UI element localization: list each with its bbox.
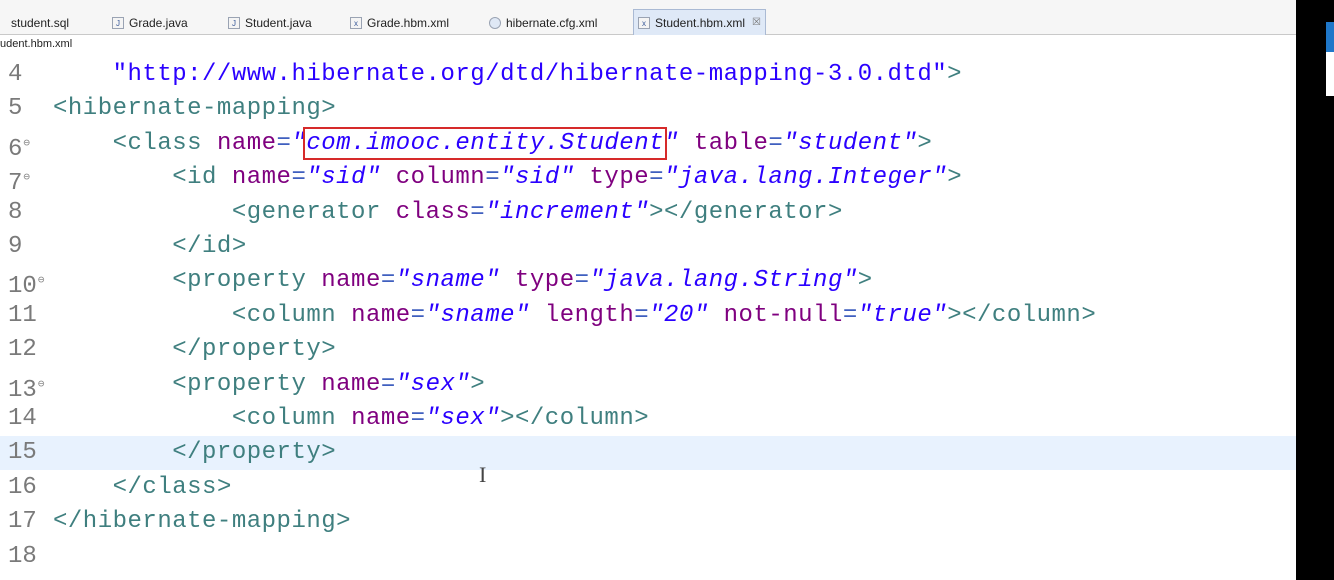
line-number: 16 xyxy=(8,473,37,501)
line-number: 11 xyxy=(8,301,37,329)
code-line[interactable]: 9 </id> xyxy=(0,230,1296,264)
code-text: <column name="sname" length="20" not-nul… xyxy=(231,301,1097,329)
white-marker xyxy=(1326,52,1334,96)
code-text: <generator class="increment"></generator… xyxy=(231,198,843,226)
tab-label: hibernate.cfg.xml xyxy=(506,15,598,30)
code-line[interactable]: 6⊖ <class name="com.imooc.entity.Student… xyxy=(0,126,1296,163)
tab-student-sql[interactable]: student.sql xyxy=(0,11,69,34)
editor-tab-bar: student.sql J Grade.java J Student.java … xyxy=(0,0,1296,35)
fold-toggle-icon[interactable]: ⊖ xyxy=(38,275,45,287)
tab-label: student.sql xyxy=(11,15,70,30)
code-line[interactable]: 10⊖ <property name="sname" type="java.la… xyxy=(0,264,1296,300)
close-tab-icon[interactable]: ☒ xyxy=(752,17,761,28)
code-text: <hibernate-mapping> xyxy=(53,95,337,123)
code-text: </id> xyxy=(172,233,247,260)
fold-toggle-icon[interactable]: ⊖ xyxy=(38,379,45,391)
code-text: <column name="sex"></column> xyxy=(231,405,650,432)
text-cursor-icon: I xyxy=(479,462,487,487)
code-line[interactable]: 7⊖ <id name="sid" column="sid" type="jav… xyxy=(0,161,1296,197)
line-number: 18 xyxy=(8,542,37,570)
line-number: 12 xyxy=(8,336,37,364)
code-text: </class> xyxy=(112,473,232,501)
code-line[interactable]: 4 "http://www.hibernate.org/dtd/hibernat… xyxy=(0,58,1296,92)
code-line[interactable]: 8 <generator class="increment"></generat… xyxy=(0,196,1296,230)
code-editor[interactable]: 4 "http://www.hibernate.org/dtd/hibernat… xyxy=(0,54,1296,580)
code-text: <class name="com.imooc.entity.Student" t… xyxy=(112,126,933,160)
xml-file-icon: x xyxy=(638,16,650,29)
code-line[interactable]: 5 <hibernate-mapping> xyxy=(0,92,1296,126)
line-number: 14 xyxy=(8,405,37,432)
code-line[interactable]: 16 </class> xyxy=(0,471,1296,505)
tab-student-java[interactable]: J Student.java xyxy=(228,11,312,34)
code-line[interactable]: 18 xyxy=(0,540,1296,574)
tab-hibernate-cfg-xml[interactable]: hibernate.cfg.xml xyxy=(489,11,597,34)
line-number: 4 xyxy=(8,61,23,88)
highlight-box: com.imooc.entity.Student xyxy=(303,126,668,160)
code-line[interactable]: 15 </property> xyxy=(0,436,1296,471)
breadcrumb[interactable]: udent.hbm.xml xyxy=(0,35,72,53)
right-edge-strip xyxy=(1296,0,1334,580)
fold-toggle-icon[interactable]: ⊖ xyxy=(23,138,30,150)
tab-label: Grade.java xyxy=(129,15,188,30)
tab-label: Student.hbm.xml xyxy=(655,15,746,30)
xml-file-icon: x xyxy=(350,16,362,29)
line-number: 9 xyxy=(8,233,23,260)
code-text: </property> xyxy=(172,336,337,364)
tab-student-hbm-xml[interactable]: x Student.hbm.xml ☒ xyxy=(633,9,767,35)
tab-label: Grade.hbm.xml xyxy=(367,15,450,30)
tab-grade-hbm-xml[interactable]: x Grade.hbm.xml xyxy=(350,11,449,34)
code-text: </property> xyxy=(172,439,337,467)
code-text: <id name="sid" column="sid" type="java.l… xyxy=(172,164,963,192)
code-line[interactable]: 17 </hibernate-mapping> xyxy=(0,505,1296,539)
sql-file-icon xyxy=(0,17,6,29)
line-number: 17 xyxy=(8,508,37,536)
java-file-icon: J xyxy=(112,16,124,29)
tab-label: Student.java xyxy=(245,15,312,30)
config-file-icon xyxy=(489,16,501,29)
java-file-icon: J xyxy=(228,16,240,29)
code-text: </hibernate-mapping> xyxy=(53,508,352,536)
code-text: "http://www.hibernate.org/dtd/hibernate-… xyxy=(112,61,963,88)
code-line[interactable]: 13⊖ <property name="sex"> xyxy=(0,368,1296,404)
line-number: 5 xyxy=(8,95,23,123)
code-text: <property name="sex"> xyxy=(172,370,486,398)
fold-toggle-icon[interactable]: ⊖ xyxy=(23,172,30,184)
blue-marker xyxy=(1326,22,1334,52)
tab-grade-java[interactable]: J Grade.java xyxy=(112,11,188,34)
code-text: <property name="sname" type="java.lang.S… xyxy=(172,267,873,295)
line-number: 8 xyxy=(8,198,23,226)
code-line[interactable]: 14 <column name="sex"></column> xyxy=(0,402,1296,436)
line-number: 15 xyxy=(8,439,37,467)
code-line[interactable]: 11 <column name="sname" length="20" not-… xyxy=(0,299,1296,333)
code-line[interactable]: 12 </property> xyxy=(0,333,1296,367)
